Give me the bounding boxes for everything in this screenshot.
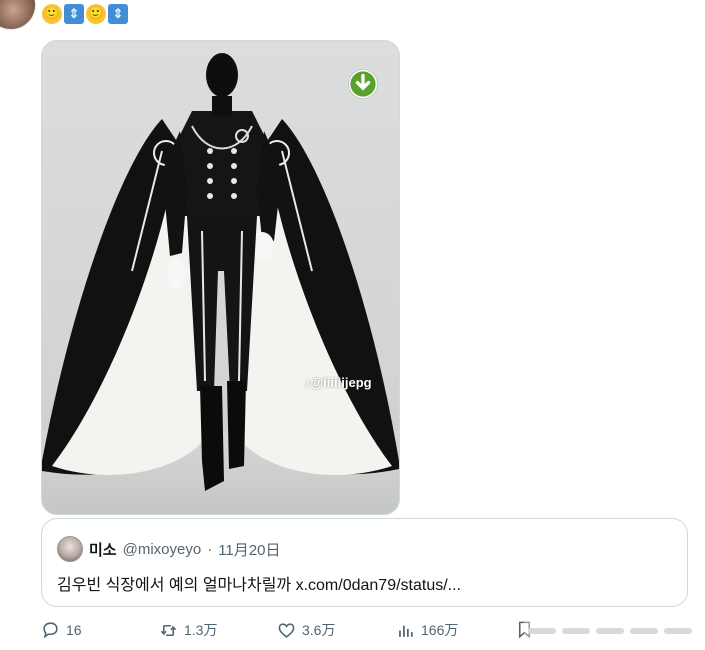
retweet-button[interactable]: 1.3万 — [159, 620, 217, 640]
costume-illustration — [42, 53, 399, 514]
views-button[interactable]: 166万 — [396, 620, 458, 640]
quoted-author-name[interactable]: 미소 — [89, 539, 117, 560]
quoted-post-header: 미소 @mixoyeyo · 11月20日 — [57, 536, 280, 562]
quoted-post-text: 김우빈 식장에서 예의 얼마나차릴까 x.com/0dan79/status/.… — [57, 577, 462, 594]
reply-count: 16 — [66, 621, 82, 638]
quoted-author-handle[interactable]: @mixoyeyo — [123, 541, 202, 558]
quoted-author-avatar[interactable] — [57, 536, 83, 562]
quoted-post-date[interactable]: 11月20日 — [218, 539, 280, 560]
like-button[interactable]: 3.6万 — [277, 620, 335, 640]
action-bar-overflow-fade — [524, 616, 705, 646]
post-image[interactable]: ♪@iiiiiijepg — [41, 40, 400, 515]
reply-button[interactable]: 16 — [41, 620, 82, 639]
smile-emoji-1: 🙂 — [42, 4, 62, 24]
download-icon — [350, 71, 376, 97]
author-avatar[interactable] — [0, 0, 36, 30]
like-count: 3.6万 — [302, 622, 336, 638]
views-icon — [399, 625, 413, 637]
updown-emoji-2: ⇕ — [108, 4, 128, 24]
retweet-count: 1.3万 — [184, 622, 218, 638]
download-button[interactable] — [348, 69, 378, 99]
updown-emoji-1: ⇕ — [64, 4, 84, 24]
post-text: 🙂 ⇕ 🙂 ⇕ — [42, 4, 128, 24]
retweet-icon — [160, 624, 177, 636]
views-count: 166万 — [421, 622, 459, 638]
heart-icon — [278, 622, 295, 638]
smile-emoji-2: 🙂 — [86, 4, 106, 24]
quoted-post[interactable]: 미소 @mixoyeyo · 11月20日 김우빈 식장에서 예의 얼마나차릴까… — [41, 518, 688, 607]
reply-icon — [43, 622, 58, 639]
meta-separator: · — [207, 540, 213, 558]
image-watermark: ♪@iiiiiijepg — [304, 375, 372, 390]
